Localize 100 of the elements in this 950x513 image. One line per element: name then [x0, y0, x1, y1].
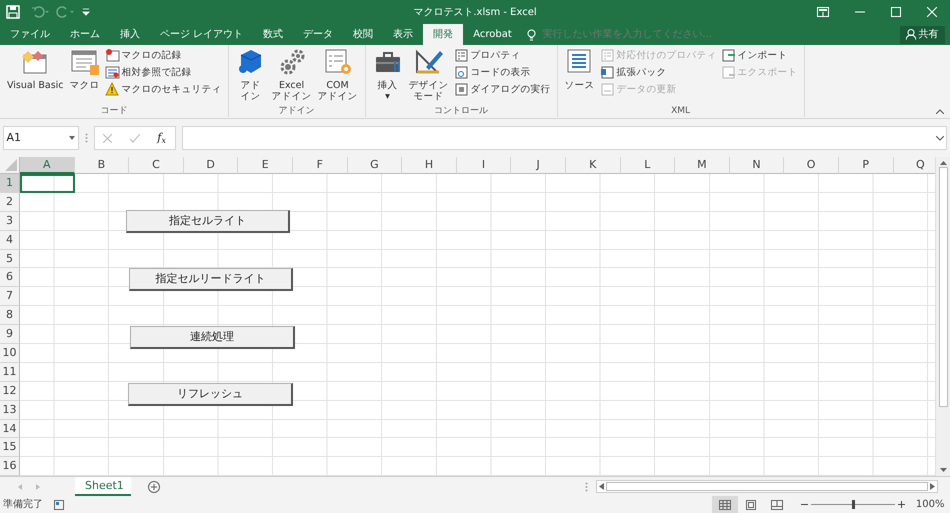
column-header[interactable]: L — [620, 157, 676, 174]
ribbon-tab[interactable]: ファイル — [0, 24, 60, 45]
ribbon-button[interactable]: 相対参照で記録 — [102, 64, 224, 81]
scroll-down-icon[interactable] — [940, 468, 946, 473]
ribbon-button[interactable]: 拡張パック — [598, 64, 719, 81]
column-header[interactable]: O — [784, 157, 839, 174]
export-icon — [720, 65, 736, 80]
macro-button[interactable]: 指定セルライト — [126, 210, 290, 233]
maximize-icon[interactable] — [890, 7, 900, 17]
column-header[interactable]: A — [20, 157, 75, 174]
row-header[interactable]: 4 — [0, 230, 20, 250]
column-header[interactable]: K — [566, 157, 621, 174]
close-icon[interactable] — [926, 7, 936, 17]
ribbon-button[interactable]: アド イン — [232, 47, 269, 105]
dropdown-caret-icon[interactable] — [69, 136, 75, 140]
ribbon-tab[interactable]: ホーム — [60, 24, 110, 45]
collapse-ribbon-icon[interactable] — [936, 109, 944, 114]
column-header[interactable]: D — [184, 157, 238, 174]
row-header[interactable]: 6 — [0, 268, 20, 288]
row-header[interactable]: 13 — [0, 400, 20, 420]
properties-icon — [454, 48, 469, 63]
customize-caret-icon[interactable] — [82, 8, 90, 16]
ribbon-tab[interactable]: 表示 — [383, 24, 424, 45]
column-header[interactable]: C — [129, 157, 184, 174]
column-header[interactable]: F — [292, 157, 348, 174]
ribbon-button[interactable]: マクロの記録 — [102, 47, 224, 64]
ribbon-button[interactable]: Visual Basic — [4, 47, 67, 105]
page-break-icon — [771, 500, 784, 510]
ribbon-button[interactable]: ダイアログの実行 — [452, 81, 553, 98]
insert-function-button[interactable]: f$_{x}$ — [157, 130, 166, 146]
ribbon-tab[interactable]: 開発 — [423, 24, 464, 45]
column-header[interactable]: I — [456, 157, 512, 174]
ribbon-tab[interactable]: データ — [293, 24, 344, 45]
row-header[interactable]: 7 — [0, 287, 20, 306]
ribbon-tab[interactable]: Acrobat — [463, 24, 522, 45]
row-header[interactable]: 9 — [0, 325, 20, 344]
vertical-scrollbar[interactable] — [935, 157, 950, 476]
column-header[interactable]: N — [730, 157, 784, 174]
column-header[interactable]: E — [238, 157, 293, 174]
macro-record-status-icon[interactable] — [54, 500, 64, 510]
warning-icon — [104, 82, 120, 97]
scroll-thumb[interactable] — [606, 482, 928, 491]
scroll-up-icon[interactable] — [940, 160, 946, 165]
ribbon-button[interactable]: プロパティ — [452, 47, 553, 64]
share-button[interactable]: 共有 — [900, 26, 944, 44]
row-header[interactable]: 3 — [0, 212, 20, 231]
save-icon[interactable] — [6, 5, 20, 19]
zoom-out-icon[interactable] — [801, 501, 808, 508]
ribbon-display-icon[interactable] — [816, 7, 828, 17]
row-header[interactable]: 2 — [0, 192, 20, 212]
column-header[interactable]: J — [511, 157, 566, 174]
row-header[interactable]: 12 — [0, 382, 20, 401]
ribbon-button[interactable]: 挿入 ▾ — [370, 47, 406, 105]
row-header[interactable]: 1 — [0, 174, 20, 193]
sheet-tab[interactable]: Sheet1 — [75, 477, 131, 496]
add-sheet-icon[interactable] — [148, 480, 160, 492]
ribbon-button[interactable]: インポート — [718, 47, 800, 64]
row-header[interactable]: 16 — [0, 457, 20, 476]
scroll-right-icon[interactable] — [930, 483, 935, 490]
view-button[interactable] — [712, 496, 738, 513]
column-header[interactable]: M — [675, 157, 730, 174]
page-layout-icon — [745, 500, 758, 510]
splitter-dots-icon[interactable] — [585, 482, 588, 492]
row-header[interactable]: 5 — [0, 250, 20, 268]
macro-button[interactable]: リフレッシュ — [128, 383, 293, 406]
ribbon-tab[interactable]: 挿入 — [110, 24, 150, 45]
column-header[interactable]: G — [348, 157, 402, 174]
formula-field[interactable] — [182, 126, 948, 150]
column-header[interactable]: P — [838, 157, 894, 174]
expand-caret-icon[interactable] — [936, 136, 944, 140]
ribbon-button[interactable]: マクロ — [66, 47, 103, 105]
ribbon-button[interactable]: Excel アドイン — [268, 47, 315, 105]
row-header[interactable]: 11 — [0, 362, 20, 382]
group-label: コード — [99, 105, 128, 117]
ribbon-button[interactable]: COM アドイン — [314, 47, 361, 105]
scroll-thumb[interactable] — [938, 167, 948, 407]
zoom-percent[interactable]: 100% — [916, 497, 944, 512]
ribbon-tab[interactable]: ページ レイアウト — [150, 24, 254, 45]
ribbon-tab[interactable]: 数式 — [253, 24, 294, 45]
ribbon-button[interactable]: マクロのセキュリティ — [102, 81, 224, 98]
zoom-in-icon[interactable] — [898, 501, 905, 508]
ribbon-tab[interactable]: 校閲 — [343, 24, 384, 45]
row-header[interactable]: 10 — [0, 344, 20, 363]
row-header[interactable]: 15 — [0, 438, 20, 458]
name-box[interactable]: A1 — [2, 126, 79, 150]
horizontal-scrollbar[interactable] — [596, 480, 938, 493]
ribbon-button[interactable]: コードの表示 — [452, 64, 553, 81]
column-header[interactable]: B — [74, 157, 130, 174]
row-header[interactable]: 14 — [0, 420, 20, 438]
ribbon-button[interactable]: デザイン モード — [406, 47, 452, 105]
normal-view-icon — [719, 500, 732, 510]
row-header[interactable]: 8 — [0, 306, 20, 326]
tell-me-field[interactable]: 実行したい作業を入力してください... — [540, 26, 740, 43]
macro-button[interactable]: 指定セルリードライト — [129, 268, 293, 291]
scroll-left-icon[interactable] — [599, 483, 604, 490]
active-cell[interactable] — [20, 174, 75, 193]
macro-button[interactable]: 連続処理 — [130, 326, 295, 349]
zoom-thumb[interactable] — [852, 500, 855, 509]
column-header[interactable]: H — [402, 157, 457, 174]
ribbon-button[interactable]: ソース — [562, 47, 598, 105]
